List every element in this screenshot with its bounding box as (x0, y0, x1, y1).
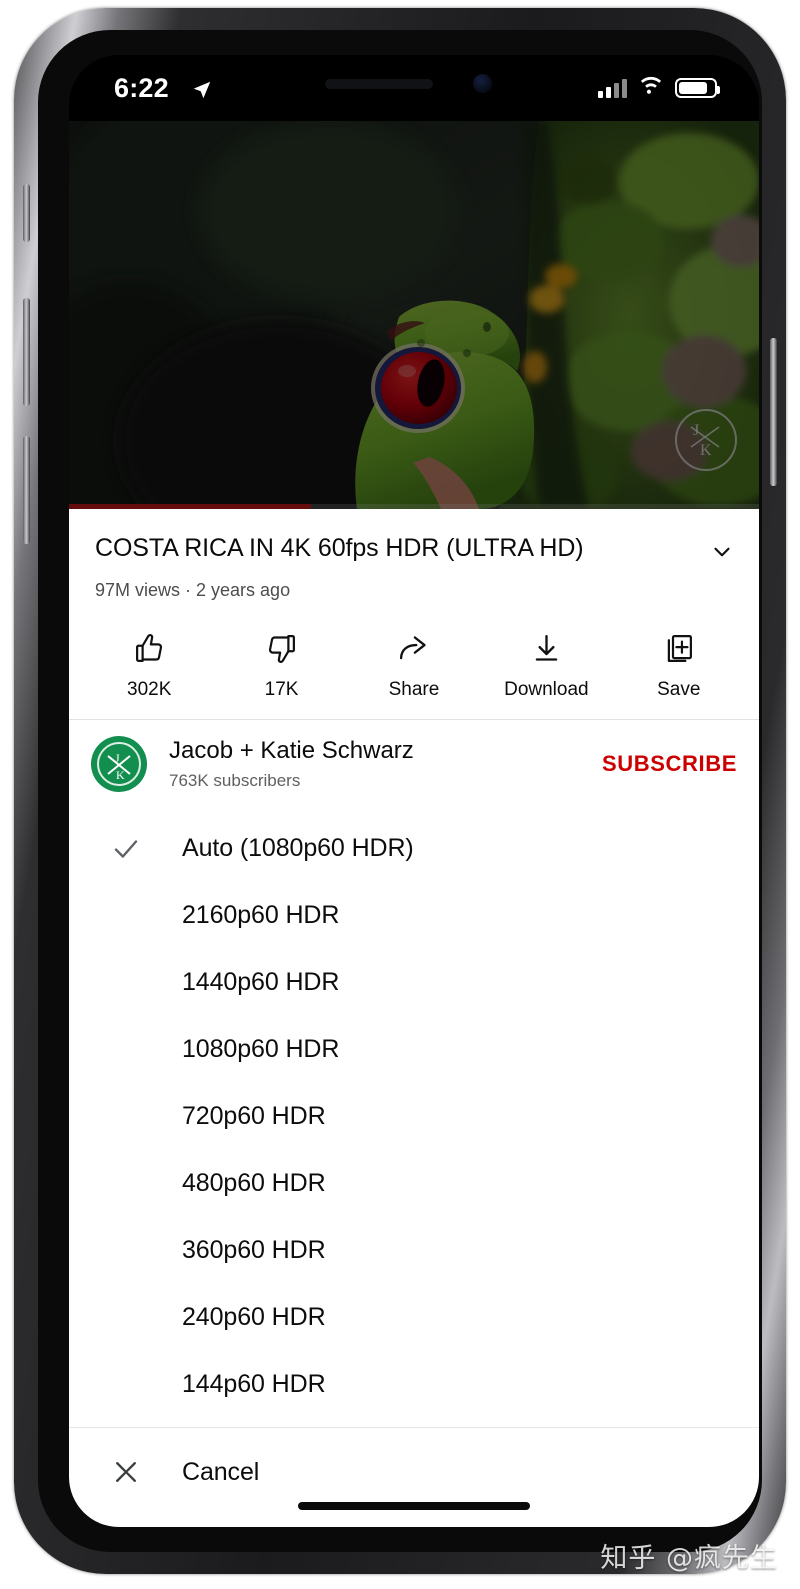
checkmark-icon (69, 834, 182, 864)
save-plus-icon (662, 629, 695, 667)
dislike-count: 17K (264, 679, 299, 700)
quality-option-label: 240p60 HDR (182, 1303, 326, 1331)
channel-name: Jacob + Katie Schwarz (169, 737, 414, 764)
download-button[interactable]: Download (484, 629, 608, 701)
download-icon (530, 629, 563, 667)
phone-screen: J K COSTA RICA IN 4K 60fps HDR (ULTRA HD… (69, 55, 759, 1527)
channel-avatar-monogram: J K (92, 737, 146, 791)
video-title-row[interactable]: COSTA RICA IN 4K 60fps HDR (ULTRA HD) (69, 509, 759, 570)
zhihu-watermark: 知乎 @疯先生 (600, 1543, 778, 1574)
creator-logo-watermark: J K (675, 409, 737, 471)
quality-options-list: Auto (1080p60 HDR) 2160p60 HDR 1440p60 H… (69, 806, 759, 1418)
quality-option-label: 480p60 HDR (182, 1169, 326, 1197)
front-camera-icon (473, 74, 492, 93)
share-label: Share (388, 679, 440, 700)
status-indicators (598, 75, 720, 100)
dislike-button[interactable]: 17K (220, 629, 344, 701)
like-button[interactable]: 302K (87, 629, 211, 701)
jk-monogram-icon: J K (690, 422, 720, 459)
download-label: Download (504, 679, 589, 700)
svg-text:K: K (116, 768, 125, 782)
share-button[interactable]: Share (352, 629, 476, 701)
volume-down-button[interactable] (23, 436, 30, 544)
quality-option-label: 2160p60 HDR (182, 901, 340, 929)
thumbs-up-icon (133, 629, 166, 667)
status-bar: 6:22 (69, 55, 759, 121)
frog-scene-artwork (69, 121, 759, 509)
svg-text:J: J (115, 751, 120, 765)
like-count: 302K (127, 679, 172, 700)
home-indicator[interactable] (298, 1502, 530, 1510)
share-arrow-icon (397, 629, 430, 667)
cancel-label: Cancel (182, 1457, 260, 1486)
save-label: Save (657, 679, 701, 700)
save-button[interactable]: Save (617, 629, 741, 701)
quality-option-label: Auto (1080p60 HDR) (182, 834, 414, 862)
channel-subscriber-count: 763K subscribers (169, 771, 301, 790)
silent-switch[interactable] (23, 184, 30, 242)
avatar[interactable]: J K (91, 736, 147, 792)
quality-option-720p[interactable]: 720p60 HDR (69, 1083, 759, 1150)
quality-option-label: 1440p60 HDR (182, 968, 340, 996)
volume-up-button[interactable] (23, 298, 30, 406)
cellular-signal-icon (598, 78, 627, 98)
quality-option-1080p[interactable]: 1080p60 HDR (69, 1016, 759, 1083)
video-thumbnail-image (69, 121, 759, 509)
channel-info: Jacob + Katie Schwarz 763K subscribers (169, 737, 602, 791)
video-stats: 97M views · 2 years ago (95, 580, 291, 600)
quality-option-360p[interactable]: 360p60 HDR (69, 1217, 759, 1284)
video-quality-sheet: Auto (1080p60 HDR) 2160p60 HDR 1440p60 H… (69, 806, 759, 1527)
quality-option-label: 1080p60 HDR (182, 1035, 340, 1063)
battery-level-fill (679, 81, 707, 94)
chevron-down-icon[interactable] (709, 539, 735, 570)
video-action-row: 302K 17K Share Download Save (69, 601, 759, 719)
quality-option-label: 720p60 HDR (182, 1102, 326, 1130)
wifi-icon (638, 75, 664, 100)
quality-option-auto[interactable]: Auto (1080p60 HDR) (69, 815, 759, 882)
quality-option-480p[interactable]: 480p60 HDR (69, 1150, 759, 1217)
quality-option-1440p[interactable]: 1440p60 HDR (69, 949, 759, 1016)
video-metadata-section: COSTA RICA IN 4K 60fps HDR (ULTRA HD) 97… (69, 509, 759, 814)
quality-option-144p[interactable]: 144p60 HDR (69, 1351, 759, 1418)
location-arrow-icon (191, 79, 213, 106)
quality-option-240p[interactable]: 240p60 HDR (69, 1284, 759, 1351)
channel-row[interactable]: J K Jacob + Katie Schwarz 763K subscribe… (69, 720, 759, 814)
phone-device-frame: J K COSTA RICA IN 4K 60fps HDR (ULTRA HD… (14, 8, 786, 1574)
battery-icon (675, 77, 720, 98)
video-title: COSTA RICA IN 4K 60fps HDR (ULTRA HD) (95, 534, 584, 562)
video-player[interactable]: J K (69, 121, 759, 509)
status-time: 6:22 (114, 73, 169, 103)
quality-option-2160p[interactable]: 2160p60 HDR (69, 882, 759, 949)
subscribe-button[interactable]: SUBSCRIBE (602, 751, 737, 777)
thumbs-down-icon (265, 629, 298, 667)
svg-text:K: K (700, 442, 712, 459)
quality-option-label: 144p60 HDR (182, 1370, 326, 1398)
close-x-icon (69, 1457, 182, 1487)
speaker-grille (325, 79, 433, 89)
power-button[interactable] (770, 338, 777, 486)
quality-option-label: 360p60 HDR (182, 1236, 326, 1264)
